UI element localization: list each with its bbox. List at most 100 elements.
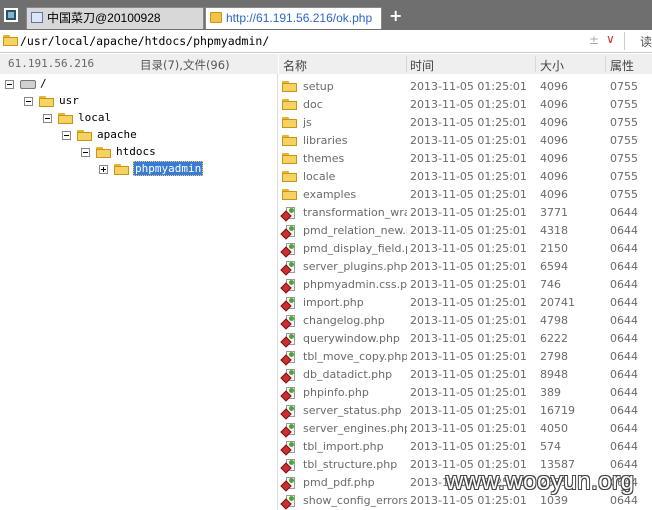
column-time[interactable]: 时间 [410, 57, 434, 74]
folder-row[interactable]: locale 2013-11-05 01:25:01 4096 0755 [279, 168, 652, 186]
folder-icon [282, 99, 297, 110]
file-attr: 0644 [610, 242, 638, 255]
column-name[interactable]: 名称 [283, 57, 307, 74]
file-attr: 0755 [610, 116, 638, 129]
file-time: 2013-11-05 01:25:01 [410, 116, 527, 129]
read-button[interactable]: 读 [640, 33, 652, 50]
divider [406, 56, 407, 72]
collapse-icon[interactable] [62, 131, 71, 140]
file-time: 2013-11-05 01:25:01 [410, 170, 527, 183]
file-time: 2013-11-05 01:25:01 [410, 368, 527, 381]
folder-row[interactable]: examples 2013-11-05 01:25:01 4096 0755 [279, 186, 652, 204]
expand-icon[interactable] [99, 165, 108, 174]
file-name: locale [303, 170, 336, 183]
collapse-icon[interactable] [81, 148, 90, 157]
file-row[interactable]: pmd_display_field.php2013-11-05 01:25:01… [279, 240, 652, 258]
file-time: 2013-11-05 01:25:01 [410, 206, 527, 219]
file-size: 20741 [540, 296, 575, 309]
file-time: 2013-11-05 01:25:01 [410, 314, 527, 327]
file-name: changelog.php [303, 314, 385, 327]
tab-caidao[interactable]: 中国菜刀@20100928 [26, 7, 204, 29]
file-name: pmd_relation_new.p... [303, 224, 407, 237]
folder-row[interactable]: js 2013-11-05 01:25:01 4096 0755 [279, 114, 652, 132]
column-size[interactable]: 大小 [540, 57, 564, 74]
folder-row[interactable]: doc 2013-11-05 01:25:01 4096 0755 [279, 96, 652, 114]
file-row[interactable]: tbl_import.php 2013-11-05 01:25:01 574 0644 [279, 438, 652, 456]
tree-label-selected: phpmyadmin [133, 161, 204, 176]
tree-node-phpmyadmin[interactable]: phpmyadmin [0, 161, 278, 178]
collapse-icon[interactable] [24, 97, 33, 106]
file-name: querywindow.php [303, 332, 400, 345]
file-row[interactable]: transformation_wrap...2013-11-05 01:25:0… [279, 204, 652, 222]
file-time: 2013-11-05 01:25:01 [410, 332, 527, 345]
file-attr: 0644 [610, 332, 638, 345]
file-time: 2013-11-05 01:25:01 [410, 278, 527, 291]
file-name: examples [303, 188, 357, 201]
file-row[interactable]: phpinfo.php 2013-11-05 01:25:01 389 0644 [279, 384, 652, 402]
file-size: 746 [540, 278, 561, 291]
file-row[interactable]: changelog.php 2013-11-05 01:25:01 4798 0644 [279, 312, 652, 330]
tree-node-apache[interactable]: apache [0, 127, 278, 144]
collapse-icon[interactable] [5, 80, 14, 89]
file-name: tbl_move_copy.php [303, 350, 407, 363]
file-size: 2150 [540, 242, 568, 255]
tab-shell-url[interactable]: http://61.191.56.216/ok.php [205, 7, 382, 29]
watermark: www.wooyun.org [446, 468, 635, 495]
folder-row[interactable]: libraries 2013-11-05 01:25:01 4096 0755 [279, 132, 652, 150]
file-size: 2798 [540, 350, 568, 363]
php-file-icon [280, 387, 296, 402]
file-time: 2013-11-05 01:25:01 [410, 224, 527, 237]
file-row[interactable]: db_datadict.php 2013-11-05 01:25:01 8948 06… [279, 366, 652, 384]
file-size: 4096 [540, 116, 568, 129]
file-row[interactable]: import.php 2013-11-05 01:25:01 20741 0644 [279, 294, 652, 312]
new-tab-button[interactable]: + [389, 8, 402, 24]
path-dropdown-button[interactable]: ∨ [606, 32, 615, 46]
file-attr: 0755 [610, 134, 638, 147]
app-icon[interactable] [4, 8, 18, 22]
folder-icon [96, 147, 111, 158]
file-size: 8948 [540, 368, 568, 381]
file-time: 2013-11-05 01:25:01 [410, 152, 527, 165]
file-time: 2013-11-05 01:25:01 [410, 98, 527, 111]
folder-row[interactable]: themes 2013-11-05 01:25:01 4096 0755 [279, 150, 652, 168]
file-size: 4050 [540, 422, 568, 435]
file-row[interactable]: server_engines.php 2013-11-05 01:25:01 405… [279, 420, 652, 438]
plus-minus-button[interactable]: ± [589, 33, 599, 47]
tab-bar: 中国菜刀@20100928 http://61.191.56.216/ok.ph… [0, 0, 652, 30]
php-file-icon [280, 261, 296, 276]
file-name: libraries [303, 134, 348, 147]
file-row[interactable]: querywindow.php 2013-11-05 01:25:01 6222 06… [279, 330, 652, 348]
php-file-icon [280, 441, 296, 456]
tree-node-local[interactable]: local [0, 110, 278, 127]
file-row[interactable]: tbl_move_copy.php 2013-11-05 01:25:01 2798… [279, 348, 652, 366]
php-file-icon [280, 495, 296, 510]
file-row[interactable]: phpmyadmin.css.php2013-11-05 01:25:01 746… [279, 276, 652, 294]
file-row[interactable]: server_status.php 2013-11-05 01:25:01 1671… [279, 402, 652, 420]
folder-icon [282, 171, 297, 182]
php-file-icon [280, 333, 296, 348]
collapse-icon[interactable] [43, 114, 52, 123]
tree-node-root[interactable]: / [0, 76, 278, 93]
file-attr: 0644 [610, 404, 638, 417]
folder-icon [282, 81, 297, 92]
file-row[interactable]: pmd_relation_new.p...2013-11-05 01:25:01… [279, 222, 652, 240]
path-input[interactable]: /usr/local/apache/htdocs/phpmyadmin/ [20, 33, 580, 49]
file-row[interactable]: server_plugins.php 2013-11-05 01:25:01 659… [279, 258, 652, 276]
file-time: 2013-11-05 01:25:01 [410, 134, 527, 147]
tree-node-htdocs[interactable]: htdocs [0, 144, 278, 161]
file-name: transformation_wrap... [303, 206, 407, 219]
folder-icon [282, 135, 297, 146]
tree-node-usr[interactable]: usr [0, 93, 278, 110]
file-name: setup [303, 80, 334, 93]
file-time: 2013-11-05 01:25:01 [410, 386, 527, 399]
php-file-icon [280, 477, 296, 492]
tree-label: usr [59, 94, 79, 107]
file-size: 6222 [540, 332, 568, 345]
file-attr: 0644 [610, 440, 638, 453]
folder-icon [114, 164, 129, 175]
tree-label: local [78, 111, 112, 124]
file-time: 2013-11-05 01:25:01 [410, 440, 527, 453]
file-list-header: 名称 时间 大小 属性 [279, 54, 652, 74]
column-attr[interactable]: 属性 [610, 57, 634, 74]
folder-row[interactable]: setup 2013-11-05 01:25:01 4096 0755 [279, 78, 652, 96]
